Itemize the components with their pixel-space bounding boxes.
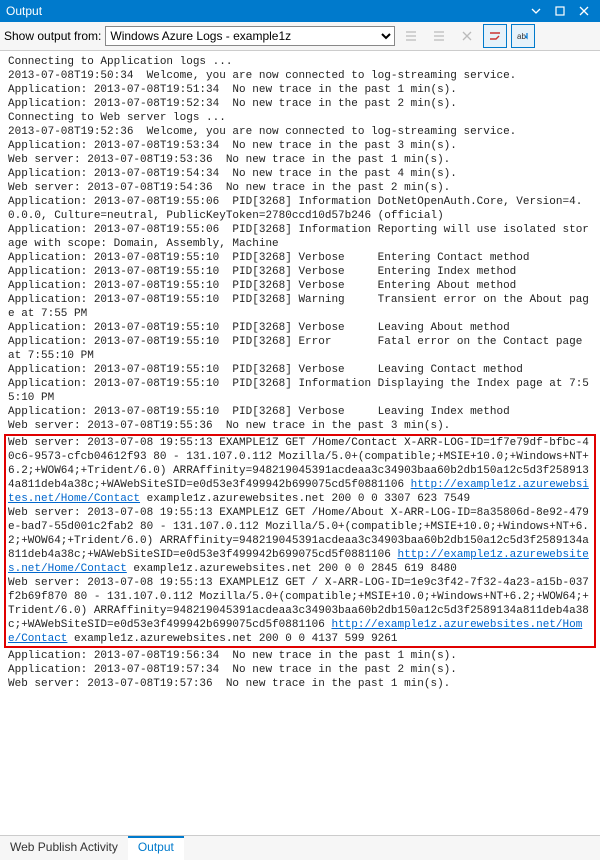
clear-icon [460,29,474,43]
maximize-button[interactable] [548,3,572,19]
tab-web-publish[interactable]: Web Publish Activity [0,836,128,860]
indent-left-button[interactable] [399,24,423,48]
tab-output[interactable]: Output [128,836,184,860]
indent-right-icon [432,29,446,43]
output-content[interactable]: Connecting to Application logs ... 2013-… [0,51,600,835]
log-text: Application: 2013-07-08T19:56:34 No new … [8,650,457,690]
log-text: Connecting to Application logs ... 2013-… [8,56,589,432]
output-source-dropdown[interactable]: Windows Azure Logs - example1z [105,26,395,46]
title-bar: Output [0,0,600,22]
highlighted-section: Web server: 2013-07-08 19:55:13 EXAMPLE1… [4,434,596,648]
bottom-tabs: Web Publish Activity Output [0,835,600,860]
toggle-wrap-icon [488,29,502,43]
clear-button[interactable] [455,24,479,48]
toggle-wrap-button[interactable] [483,24,507,48]
close-button[interactable] [572,3,596,19]
dropdown-button[interactable] [524,3,548,19]
log-text: example1z.azurewebsites.net 200 0 0 4137… [67,633,397,645]
word-wrap-button[interactable]: ab [511,24,535,48]
window-title: Output [4,4,524,18]
maximize-icon [555,6,565,16]
word-wrap-icon: ab [516,29,530,43]
chevron-down-icon [531,6,541,16]
indent-left-icon [404,29,418,43]
indent-right-button[interactable] [427,24,451,48]
output-from-label: Show output from: [4,29,101,43]
toolbar: Show output from: Windows Azure Logs - e… [0,22,600,51]
close-icon [579,6,589,16]
